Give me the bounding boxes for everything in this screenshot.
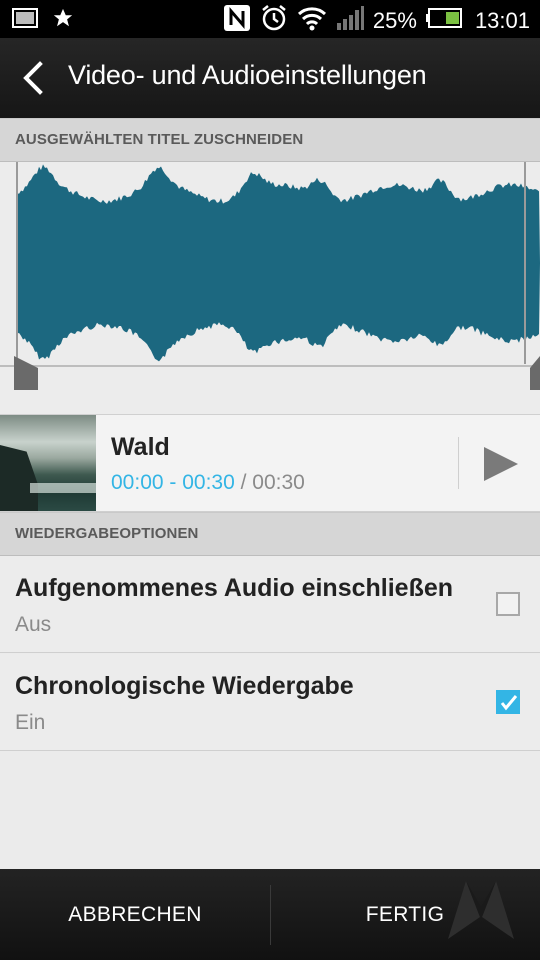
alarm-icon [260, 4, 288, 37]
track-duration: 00:30 [252, 471, 305, 494]
cancel-label: ABBRECHEN [68, 902, 202, 926]
chronological-checkbox[interactable] [496, 690, 520, 714]
trim-start-handle[interactable] [14, 356, 38, 390]
trim-section-header: AUSGEWÄHLTEN TITEL ZUSCHNEIDEN [0, 118, 540, 162]
playback-section-label: WIEDERGABEOPTIONEN [15, 525, 199, 542]
trim-end-handle[interactable] [530, 356, 540, 390]
option-value: Ein [15, 711, 46, 734]
image-notification-icon [12, 8, 38, 33]
clock: 13:01 [474, 7, 530, 33]
page-title: Video- und Audioeinstellungen [68, 60, 427, 90]
waveform-trimmer[interactable] [0, 162, 540, 414]
track-time: 00:00 - 00:30 / 00:30 [111, 471, 305, 495]
play-icon[interactable] [474, 439, 524, 489]
signal-icon [336, 5, 364, 36]
option-chronological-playback[interactable]: Chronologische Wiedergabe Ein [0, 654, 540, 751]
status-bar: 25% 13:01 [0, 0, 540, 38]
playback-section-header: WIEDERGABEOPTIONEN [0, 512, 540, 556]
option-title: Chronologische Wiedergabe [15, 672, 354, 700]
star-icon [52, 7, 74, 34]
trim-section-label: AUSGEWÄHLTEN TITEL ZUSCHNEIDEN [15, 131, 304, 148]
audio-waveform [16, 162, 540, 364]
action-bar: Video- und Audioeinstellungen [0, 38, 540, 119]
wifi-icon [297, 5, 327, 36]
nfc-icon [223, 4, 251, 37]
battery-icon [425, 8, 462, 33]
checkmark-icon [500, 695, 518, 711]
track-separator: / [234, 471, 253, 494]
track-range: 00:00 - 00:30 [111, 471, 235, 494]
trim-track-line [0, 365, 540, 367]
option-title: Aufgenommenes Audio einschließen [15, 574, 454, 602]
track-thumbnail [0, 415, 96, 511]
option-value: Aus [15, 613, 52, 636]
cancel-button[interactable]: ABBRECHEN [0, 869, 270, 960]
track-item: Wald 00:00 - 00:30 / 00:30 [0, 414, 540, 512]
vertical-divider [458, 437, 459, 489]
include-audio-checkbox[interactable] [496, 592, 520, 616]
battery-percentage: 25% [372, 7, 417, 33]
back-arrow-icon[interactable] [14, 58, 54, 98]
bottom-action-bar: ABBRECHEN FERTIG [0, 869, 540, 960]
done-label: FERTIG [365, 902, 445, 926]
watermark-logo-icon [448, 881, 514, 939]
option-include-recorded-audio[interactable]: Aufgenommenes Audio einschließen Aus [0, 556, 540, 653]
track-name: Wald [111, 433, 170, 461]
